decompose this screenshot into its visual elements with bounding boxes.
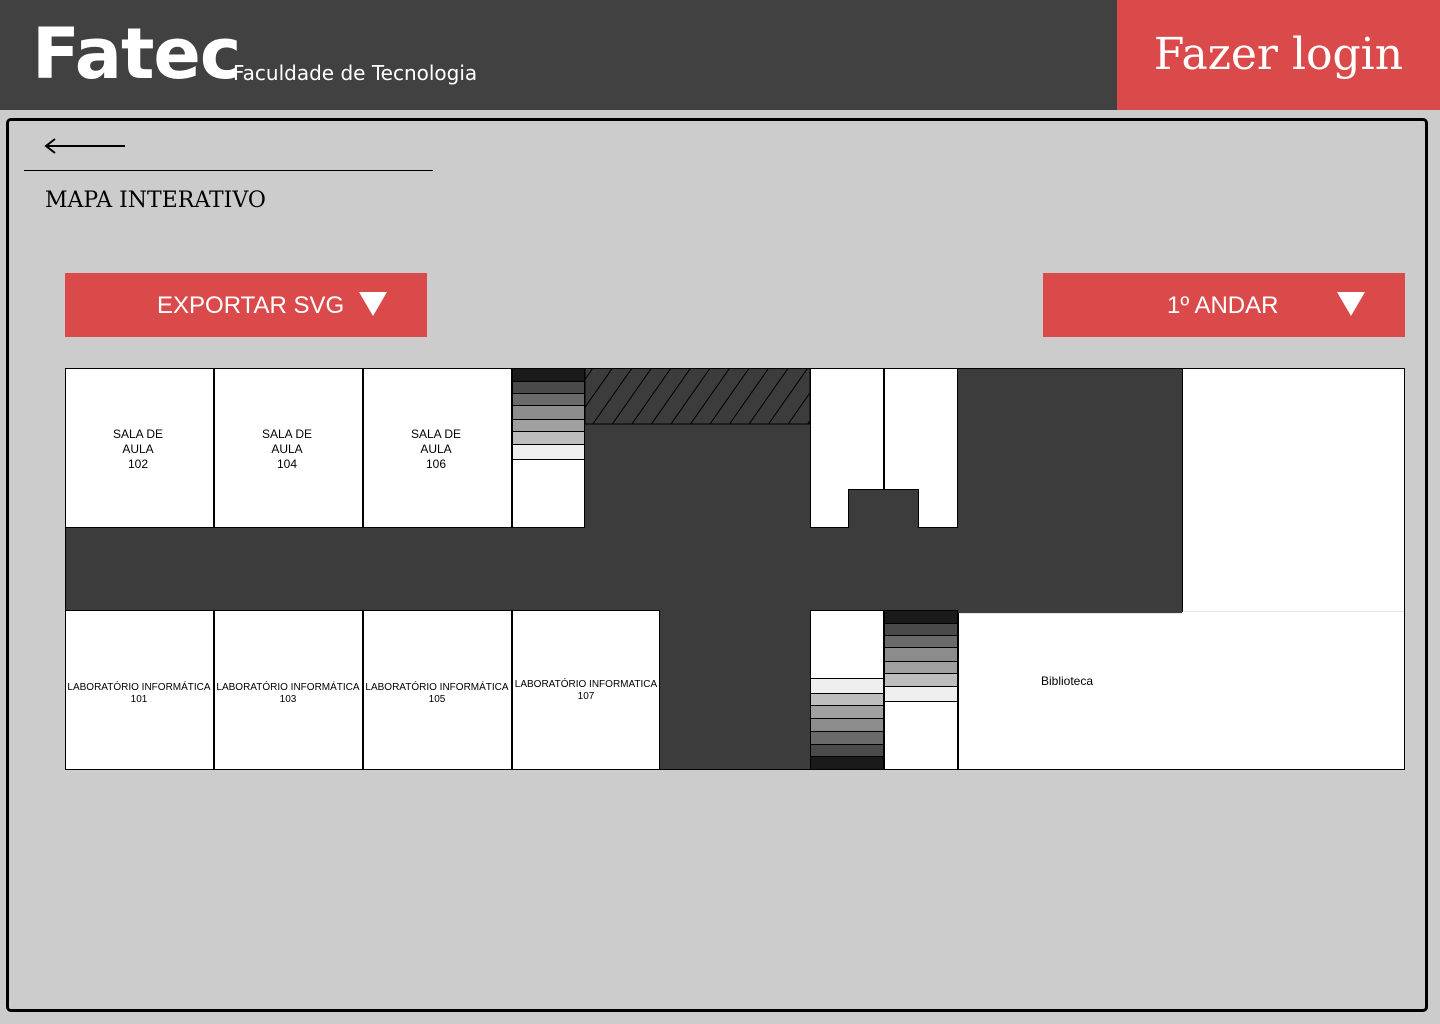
svg-text:Biblioteca: Biblioteca bbox=[1041, 674, 1093, 688]
ramp bbox=[585, 368, 810, 424]
svg-text:LABORATÓRIO INFORMATICA: LABORATÓRIO INFORMATICA bbox=[515, 677, 658, 690]
room-lab-107[interactable]: LABORATÓRIO INFORMATICA 107 bbox=[512, 610, 660, 770]
login-button[interactable]: Fazer login bbox=[1117, 0, 1440, 110]
staircase-bottom-left bbox=[810, 610, 884, 770]
brand-logo[interactable]: Fatec bbox=[32, 12, 241, 96]
staircase-top-left bbox=[512, 368, 585, 528]
restrooms[interactable] bbox=[810, 368, 958, 529]
room-sala-102[interactable]: SALA DE AULA 102 bbox=[65, 368, 214, 528]
export-svg-button[interactable]: EXPORTAR SVG bbox=[65, 273, 427, 337]
svg-text:AULA: AULA bbox=[122, 442, 153, 456]
floor-map: SALA DE AULA 102 SALA DE AULA 104 SALA D… bbox=[65, 368, 1405, 770]
svg-text:SALA DE: SALA DE bbox=[113, 427, 163, 441]
floor-select-value: 1º ANDAR bbox=[1167, 292, 1279, 319]
title-divider bbox=[24, 170, 433, 171]
room-lab-101[interactable]: LABORATÓRIO INFORMÁTICA 101 bbox=[65, 610, 214, 770]
svg-text:105: 105 bbox=[429, 694, 446, 705]
room-sala-106[interactable]: SALA DE AULA 106 bbox=[363, 368, 512, 528]
export-svg-label: EXPORTAR SVG bbox=[157, 292, 345, 319]
svg-text:106: 106 bbox=[426, 457, 446, 471]
svg-text:104: 104 bbox=[277, 457, 297, 471]
svg-text:LABORATÓRIO INFORMÁTICA: LABORATÓRIO INFORMÁTICA bbox=[216, 680, 359, 693]
svg-text:103: 103 bbox=[280, 694, 297, 705]
svg-text:AULA: AULA bbox=[420, 442, 451, 456]
room-biblioteca[interactable]: Biblioteca bbox=[958, 612, 1405, 770]
staircase-bottom-right bbox=[884, 610, 958, 770]
svg-text:107: 107 bbox=[578, 691, 595, 702]
room-lab-105[interactable]: LABORATÓRIO INFORMÁTICA 105 bbox=[363, 610, 512, 770]
svg-text:LABORATÓRIO INFORMÁTICA: LABORATÓRIO INFORMÁTICA bbox=[365, 680, 508, 693]
svg-text:SALA DE: SALA DE bbox=[411, 427, 461, 441]
room-sala-104[interactable]: SALA DE AULA 104 bbox=[214, 368, 363, 528]
triangle-down-icon bbox=[359, 292, 387, 316]
page-title: MAPA INTERATIVO bbox=[45, 188, 266, 213]
svg-text:LABORATÓRIO INFORMÁTICA: LABORATÓRIO INFORMÁTICA bbox=[67, 680, 210, 693]
svg-text:SALA DE: SALA DE bbox=[262, 427, 312, 441]
svg-text:AULA: AULA bbox=[271, 442, 302, 456]
brand-tagline: Faculdade de Tecnologia bbox=[233, 61, 478, 85]
room-lab-103[interactable]: LABORATÓRIO INFORMÁTICA 103 bbox=[214, 610, 363, 770]
header-bar: Fatec Faculdade de Tecnologia Fazer logi… bbox=[0, 0, 1440, 110]
floor-select[interactable]: 1º ANDAR bbox=[1043, 273, 1405, 337]
svg-text:102: 102 bbox=[128, 457, 148, 471]
chevron-down-icon bbox=[1337, 292, 1365, 316]
svg-text:101: 101 bbox=[131, 694, 148, 705]
arrow-left-icon[interactable] bbox=[44, 136, 128, 156]
